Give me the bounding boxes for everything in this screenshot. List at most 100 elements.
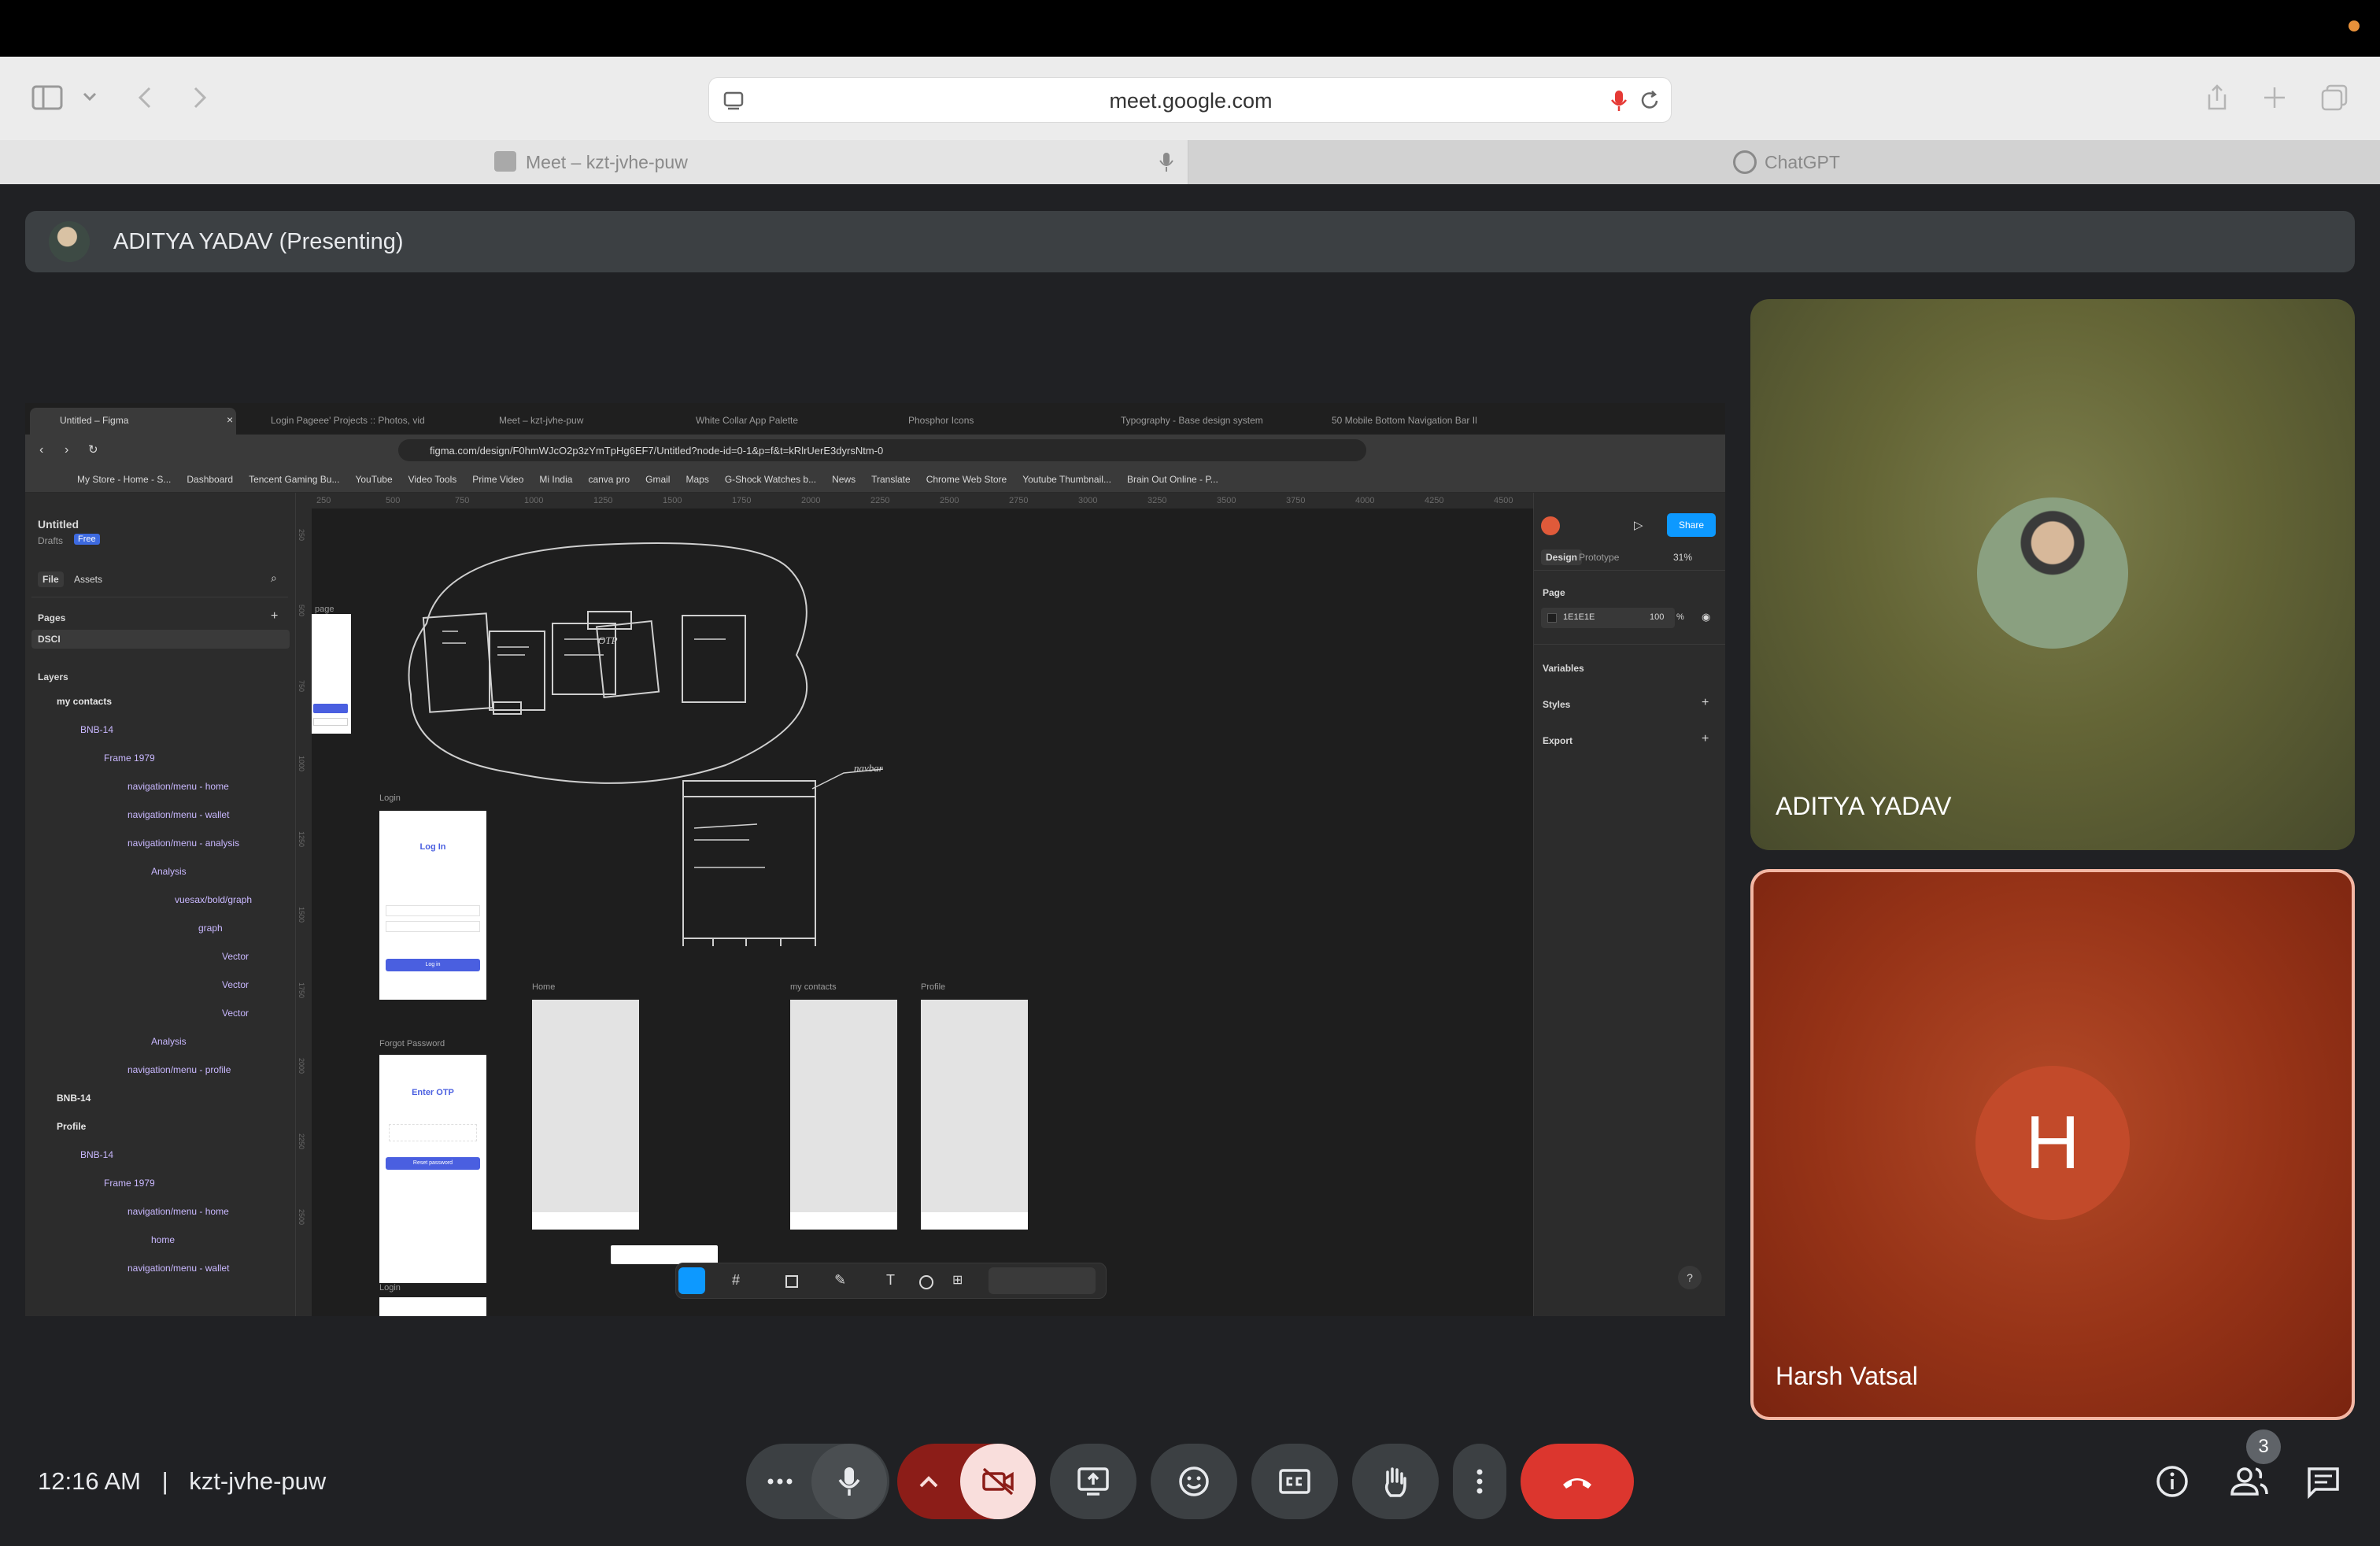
frame-my-contacts[interactable] xyxy=(790,1000,897,1230)
bookmark-item[interactable]: My Store - Home - S... xyxy=(77,474,171,485)
styles-section[interactable]: Styles xyxy=(1543,699,1570,710)
chrome-reload-icon[interactable]: ↻ xyxy=(88,442,98,457)
bookmark-item[interactable]: Mi India xyxy=(539,474,572,485)
layer-item[interactable]: Profile xyxy=(57,1121,86,1132)
frame-login-2[interactable] xyxy=(379,1297,486,1316)
bookmark-item[interactable]: Dashboard xyxy=(187,474,233,485)
bookmark-item[interactable]: News xyxy=(832,474,856,485)
page-opacity[interactable]: 100 xyxy=(1650,612,1664,622)
zoom-level[interactable]: 31% xyxy=(1673,552,1692,563)
tab-microphone-icon[interactable] xyxy=(1159,151,1174,173)
layer-item[interactable]: vuesax/bold/graph xyxy=(175,894,252,905)
layer-item[interactable]: Vector xyxy=(222,1008,249,1019)
export-section[interactable]: Export xyxy=(1543,735,1572,746)
frame-home[interactable] xyxy=(532,1000,639,1230)
layer-item[interactable]: navigation/menu - home xyxy=(128,1206,229,1217)
frame-page-partial[interactable] xyxy=(312,614,351,734)
chrome-tab-label[interactable]: Typography - Base design system xyxy=(1121,415,1263,426)
tab-overview-icon[interactable] xyxy=(2320,83,2349,112)
bookmark-item[interactable]: G-Shock Watches b... xyxy=(725,474,816,485)
layer-item[interactable]: Vector xyxy=(222,951,249,962)
layer-item[interactable]: BNB-14 xyxy=(80,724,113,735)
microphone-button[interactable] xyxy=(811,1444,887,1519)
dev-mode-toggle[interactable] xyxy=(989,1267,1096,1294)
tab-design[interactable]: Design xyxy=(1541,549,1583,565)
file-name[interactable]: Untitled xyxy=(38,518,79,531)
people-icon[interactable] xyxy=(2229,1463,2270,1500)
bookmark-item[interactable]: YouTube xyxy=(355,474,392,485)
present-icon[interactable]: ▷ xyxy=(1634,518,1643,532)
more-options-button[interactable] xyxy=(1453,1444,1506,1519)
chrome-back-icon[interactable]: ‹ xyxy=(39,443,43,457)
leave-call-button[interactable] xyxy=(1521,1444,1634,1519)
chevron-up-icon[interactable] xyxy=(897,1463,960,1500)
layer-item[interactable]: Vector xyxy=(222,979,249,990)
bookmark-item[interactable]: Tencent Gaming Bu... xyxy=(249,474,339,485)
bookmark-item[interactable]: Translate xyxy=(871,474,911,485)
chrome-tab-label[interactable]: Login Pageee' Projects :: Photos, vid xyxy=(271,415,425,426)
layer-item[interactable]: navigation/menu - wallet xyxy=(128,809,229,820)
reactions-button[interactable] xyxy=(1151,1444,1237,1519)
bookmark-item[interactable]: Chrome Web Store xyxy=(926,474,1007,485)
forward-icon[interactable] xyxy=(190,85,209,110)
layer-item[interactable]: navigation/menu - profile xyxy=(128,1064,231,1075)
meeting-info-icon[interactable] xyxy=(2153,1463,2191,1500)
layer-item[interactable]: home xyxy=(151,1234,175,1245)
chrome-tab-label[interactable]: White Collar App Palette xyxy=(696,415,798,426)
layer-item[interactable]: Analysis xyxy=(151,866,187,877)
chat-icon[interactable] xyxy=(2304,1463,2342,1500)
layer-item[interactable]: navigation/menu - analysis xyxy=(128,838,239,849)
page-settings-icon[interactable] xyxy=(722,89,745,113)
visibility-icon[interactable]: ◉ xyxy=(1702,611,1710,623)
layer-item[interactable]: BNB-14 xyxy=(80,1149,113,1160)
frame-enter-otp[interactable]: Enter OTP Reset password xyxy=(379,1055,486,1283)
chrome-tab-label[interactable]: Phosphor Icons xyxy=(908,415,974,426)
chrome-tab-label[interactable]: Meet – kzt-jvhe-puw xyxy=(499,415,583,426)
layer-item[interactable]: Analysis xyxy=(151,1036,187,1047)
bookmark-item[interactable]: Gmail xyxy=(645,474,670,485)
present-button[interactable] xyxy=(1050,1444,1136,1519)
tab-meet[interactable]: Meet – kzt-jvhe-puw xyxy=(0,140,1188,184)
comment-tool-icon[interactable] xyxy=(919,1275,933,1289)
camera-off-button[interactable] xyxy=(960,1444,1036,1519)
tab-file[interactable]: File xyxy=(38,571,64,587)
sidebar-toggle-icon[interactable] xyxy=(31,85,63,110)
bookmark-item[interactable]: Youtube Thumbnail... xyxy=(1022,474,1111,485)
text-tool-icon[interactable]: T xyxy=(886,1272,895,1289)
page-color-hex[interactable]: 1E1E1E xyxy=(1563,612,1595,622)
more-audio-icon[interactable] xyxy=(748,1463,811,1500)
layer-item[interactable]: navigation/menu - home xyxy=(128,781,229,792)
help-button[interactable]: ? xyxy=(1678,1266,1702,1289)
actions-tool-icon[interactable]: ⊞ xyxy=(952,1272,963,1288)
layer-item[interactable]: my contacts xyxy=(57,696,112,707)
raise-hand-button[interactable] xyxy=(1352,1444,1439,1519)
bookmark-item[interactable]: Prime Video xyxy=(472,474,523,485)
pen-tool-icon[interactable]: ✎ xyxy=(834,1272,846,1289)
tab-assets[interactable]: Assets xyxy=(74,574,102,585)
microphone-icon[interactable] xyxy=(1609,89,1628,113)
tab-close-icon[interactable]: × xyxy=(227,413,233,426)
page-item-selected[interactable] xyxy=(31,630,290,649)
layer-item[interactable]: Frame 1979 xyxy=(104,753,155,764)
shared-screen[interactable]: Untitled – Figma × Login Pageee' Project… xyxy=(25,403,1725,1316)
floating-nav-component[interactable] xyxy=(611,1245,718,1264)
layer-item[interactable]: BNB-14 xyxy=(57,1093,91,1104)
chrome-forward-icon[interactable]: › xyxy=(65,443,68,457)
add-export-icon[interactable]: + xyxy=(1702,732,1709,746)
frame-tool-icon[interactable]: # xyxy=(732,1272,740,1289)
move-tool-icon[interactable] xyxy=(678,1267,705,1294)
new-tab-icon[interactable] xyxy=(2262,85,2287,110)
bookmark-item[interactable]: Maps xyxy=(686,474,708,485)
share-button[interactable]: Share xyxy=(1667,513,1716,537)
add-page-icon[interactable]: + xyxy=(271,609,278,623)
add-style-icon[interactable]: + xyxy=(1702,696,1709,710)
color-swatch[interactable] xyxy=(1547,613,1557,623)
captions-button[interactable] xyxy=(1251,1444,1338,1519)
chrome-tab-label[interactable]: 50 Mobile Bottom Navigation Bar Il xyxy=(1332,415,1477,426)
frame-login[interactable]: Log In Log in xyxy=(379,811,486,1000)
search-icon[interactable]: ⌕ xyxy=(271,571,277,585)
bookmark-item[interactable]: canva pro xyxy=(588,474,630,485)
frame-profile[interactable] xyxy=(921,1000,1028,1230)
chevron-down-icon[interactable] xyxy=(82,91,98,102)
bookmark-item[interactable]: Brain Out Online - P... xyxy=(1127,474,1218,485)
